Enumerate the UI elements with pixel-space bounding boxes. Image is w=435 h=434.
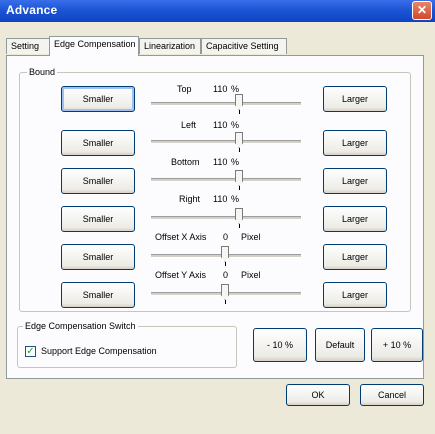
cancel-button[interactable]: Cancel xyxy=(360,384,424,406)
plus-10-percent-button[interactable]: + 10 % xyxy=(371,328,423,362)
left-value: 110 xyxy=(213,120,228,130)
ok-button[interactable]: OK xyxy=(286,384,350,406)
offset-x-larger-button[interactable]: Larger xyxy=(323,244,387,270)
offset-y-unit: Pixel xyxy=(241,270,261,280)
top-value: 110 xyxy=(213,84,228,94)
bottom-slider-track xyxy=(151,178,301,182)
offset-x-smaller-button[interactable]: Smaller xyxy=(61,244,135,270)
offset-y-smaller-button[interactable]: Smaller xyxy=(61,282,135,308)
top-smaller-button[interactable]: Smaller xyxy=(61,86,135,112)
offset-x-label: Offset X Axis xyxy=(155,232,207,242)
left-slider-track xyxy=(151,140,301,144)
support-edge-compensation-label: Support Edge Compensation xyxy=(41,346,157,356)
offset-y-larger-button[interactable]: Larger xyxy=(323,282,387,308)
right-slider-tick xyxy=(239,224,240,228)
bottom-slider-tick xyxy=(239,186,240,190)
bottom-smaller-button[interactable]: Smaller xyxy=(61,168,135,194)
bottom-unit: % xyxy=(231,157,240,167)
bound-group-label: Bound xyxy=(27,67,58,77)
right-label: Right xyxy=(179,194,201,204)
close-button[interactable]: ✕ xyxy=(412,1,432,20)
window-title: Advance xyxy=(6,3,58,17)
offset-x-slider-tick xyxy=(225,262,226,266)
checkmark-icon: ✓ xyxy=(26,346,35,357)
left-unit: % xyxy=(231,120,240,130)
left-smaller-button[interactable]: Smaller xyxy=(61,130,135,156)
bottom-larger-button[interactable]: Larger xyxy=(323,168,387,194)
right-unit: % xyxy=(231,194,240,204)
top-unit: % xyxy=(231,84,240,94)
right-value: 110 xyxy=(213,194,228,204)
offset-y-value: 0 xyxy=(223,270,229,280)
top-label: Top xyxy=(177,84,192,94)
tab-edge-compensation[interactable]: Edge Compensation xyxy=(49,36,139,56)
tab-capacitive-setting[interactable]: Capacitive Setting xyxy=(201,38,287,54)
left-larger-button[interactable]: Larger xyxy=(323,130,387,156)
right-smaller-button[interactable]: Smaller xyxy=(61,206,135,232)
left-slider-tick xyxy=(239,148,240,152)
edge-compensation-panel: Bound Smaller Top 110 % Larger Smaller L… xyxy=(6,55,424,379)
support-edge-compensation-checkbox[interactable]: ✓ xyxy=(25,346,36,357)
top-slider-tick xyxy=(239,110,240,114)
top-larger-button[interactable]: Larger xyxy=(323,86,387,112)
tab-linearization[interactable]: Linearization xyxy=(139,38,201,54)
left-label: Left xyxy=(181,120,197,130)
offset-x-value: 0 xyxy=(223,232,229,242)
switch-group-label: Edge Compensation Switch xyxy=(23,321,138,331)
offset-y-label: Offset Y Axis xyxy=(155,270,207,280)
title-bar: Advance ✕ xyxy=(0,0,435,22)
offset-x-unit: Pixel xyxy=(241,232,261,242)
close-icon: ✕ xyxy=(416,3,428,17)
right-larger-button[interactable]: Larger xyxy=(323,206,387,232)
default-button[interactable]: Default xyxy=(315,328,365,362)
offset-y-slider-tick xyxy=(225,300,226,304)
right-slider-track xyxy=(151,216,301,220)
top-slider-track xyxy=(151,102,301,106)
tab-setting[interactable]: Setting xyxy=(6,38,50,54)
bottom-value: 110 xyxy=(213,157,228,167)
minus-10-percent-button[interactable]: - 10 % xyxy=(253,328,307,362)
bottom-label: Bottom xyxy=(171,157,200,167)
